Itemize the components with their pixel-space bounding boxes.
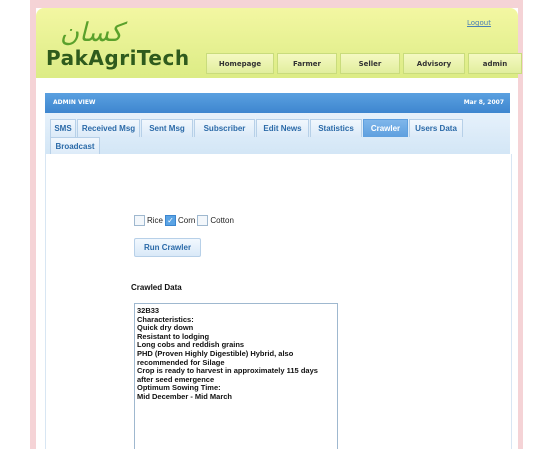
crawled-data-heading: Crawled Data — [131, 283, 182, 292]
cotton-checkbox[interactable] — [197, 215, 209, 226]
tab-statistics[interactable]: Statistics — [310, 119, 362, 137]
rice-checkbox[interactable] — [134, 215, 145, 226]
check-mark-icon: ✓ — [167, 216, 174, 225]
tab-bar: SMS Received Msg Sent Msg Subscriber Edi… — [45, 113, 510, 155]
tab-edit-news[interactable]: Edit News — [256, 119, 309, 137]
crawled-data-textarea[interactable]: 32B33 Characteristics: Quick dry down Re… — [134, 303, 338, 449]
page-frame: کسان PakAgriTech Logout Homepage Farmer … — [30, 0, 523, 449]
nav-seller[interactable]: Seller — [340, 53, 400, 74]
admin-view-label: ADMIN VIEW — [53, 99, 96, 106]
site-header: کسان PakAgriTech Logout Homepage Farmer … — [36, 8, 522, 78]
nav-homepage[interactable]: Homepage — [206, 53, 274, 74]
cotton-label: Cotton — [210, 216, 234, 225]
tab-sent-msg[interactable]: Sent Msg — [141, 119, 193, 137]
rice-label: Rice — [147, 216, 164, 225]
run-crawler-button[interactable]: Run Crawler — [134, 238, 201, 257]
site-logo[interactable]: PakAgriTech — [46, 46, 190, 70]
tab-subscriber[interactable]: Subscriber — [194, 119, 255, 137]
crawled-line: Mid December - Mid March — [137, 391, 233, 401]
logout-link[interactable]: Logout — [467, 19, 491, 27]
main-nav: Homepage Farmer Seller Advisory admin — [206, 53, 522, 74]
urdu-logo-script: کسان — [60, 18, 123, 48]
tab-crawler[interactable]: Crawler — [363, 119, 408, 137]
crawler-panel: Rice ✓ Corn Cotton Run Crawler Crawled D… — [45, 154, 512, 449]
tab-users-data[interactable]: Users Data — [409, 119, 463, 137]
page-container: کسان PakAgriTech Logout Homepage Farmer … — [36, 8, 522, 449]
corn-label: Corn — [178, 216, 196, 225]
current-date: Mar 8, 2007 — [463, 99, 504, 106]
tab-received-msg[interactable]: Received Msg — [77, 119, 140, 137]
tab-sms[interactable]: SMS — [50, 119, 76, 137]
crop-options: Rice ✓ Corn Cotton — [134, 215, 236, 226]
admin-view-bar: ADMIN VIEW Mar 8, 2007 — [45, 93, 510, 113]
nav-farmer[interactable]: Farmer — [277, 53, 337, 74]
nav-admin[interactable]: admin — [468, 53, 522, 74]
nav-advisory[interactable]: Advisory — [403, 53, 465, 74]
corn-checkbox[interactable]: ✓ — [165, 215, 177, 226]
tab-broadcast[interactable]: Broadcast — [50, 137, 100, 155]
